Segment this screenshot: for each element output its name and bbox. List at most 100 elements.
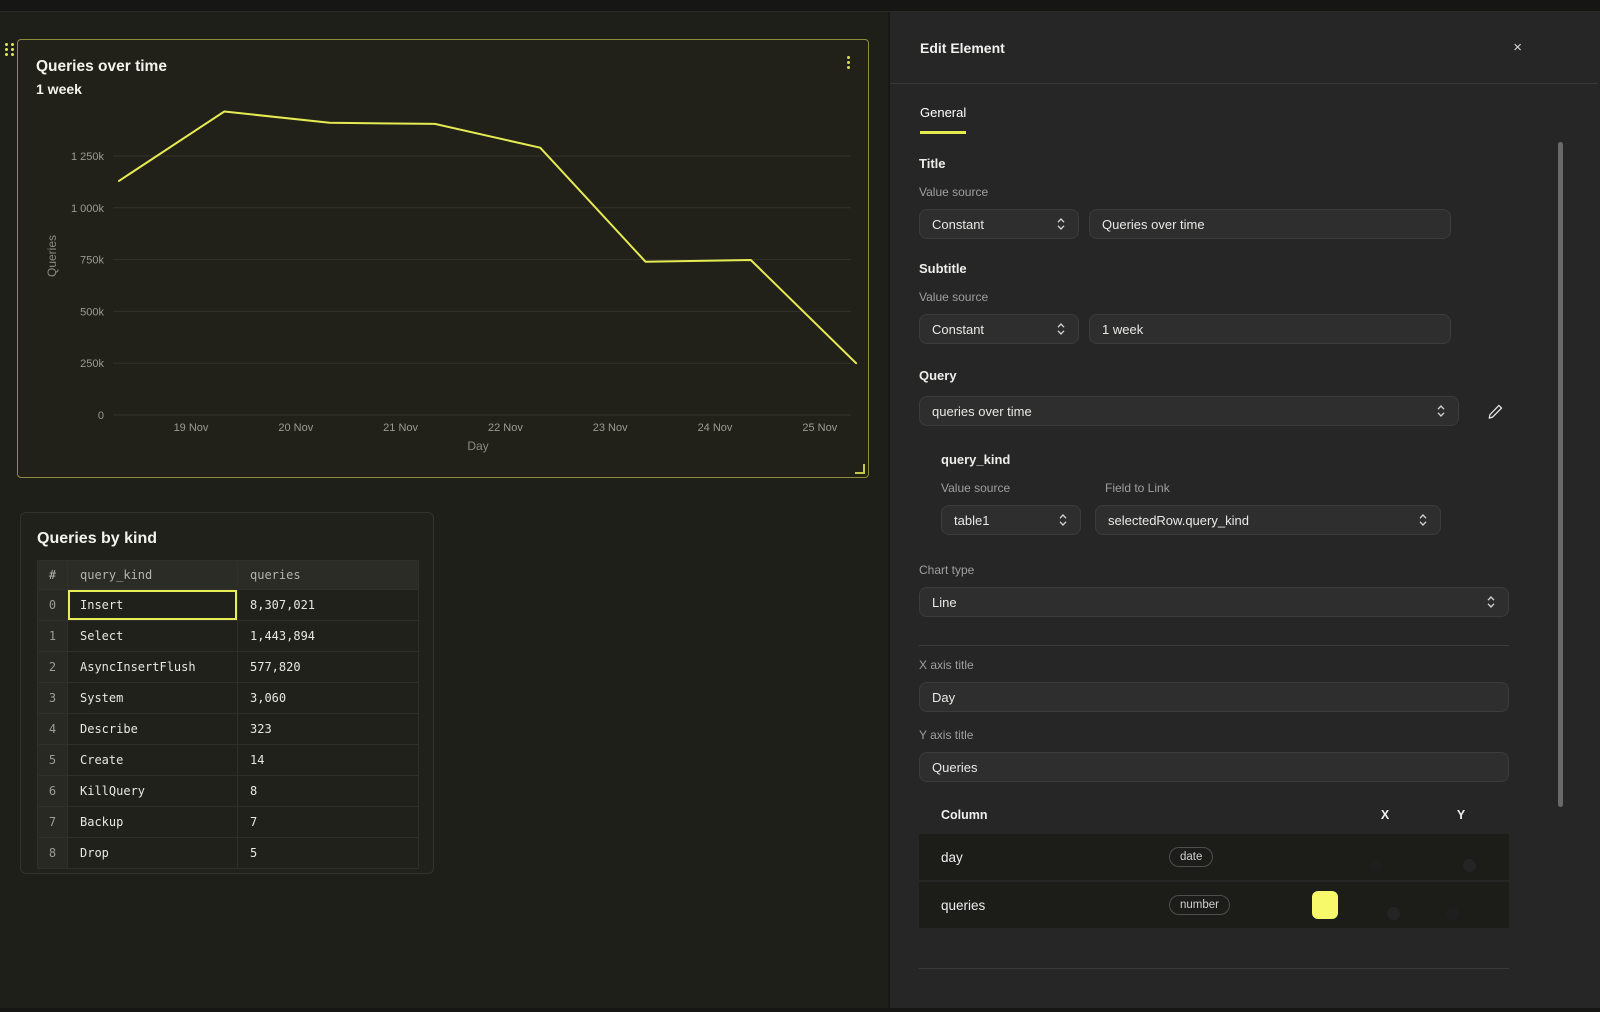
- table-cell[interactable]: 3,060: [238, 683, 419, 714]
- table-cell[interactable]: Select: [68, 621, 238, 652]
- tab-general[interactable]: General: [920, 105, 966, 134]
- y-tick-label: 750k: [80, 255, 104, 267]
- table-cell[interactable]: Describe: [68, 714, 238, 745]
- series-line: [119, 112, 856, 364]
- param-field-select[interactable]: selectedRow.query_kind: [1095, 505, 1441, 535]
- table-row[interactable]: 0Insert8,307,021: [38, 590, 419, 621]
- table-cell[interactable]: 8: [238, 776, 419, 807]
- chart-type-select[interactable]: Line: [919, 587, 1509, 617]
- edit-element-panel: Edit Element × General Title Value sourc…: [890, 12, 1598, 1008]
- table-cell[interactable]: Insert: [68, 590, 238, 621]
- row-index-cell[interactable]: 2: [38, 652, 68, 683]
- type-badge: number: [1169, 895, 1230, 915]
- chevron-updown-icon: [1436, 404, 1446, 418]
- panel-header: Edit Element ×: [890, 12, 1598, 84]
- y-tick-label: 1 000k: [71, 203, 105, 215]
- row-index-cell[interactable]: 8: [38, 838, 68, 869]
- columns-table-header: Column X Y: [919, 806, 1509, 832]
- panel-title: Edit Element: [920, 40, 1005, 56]
- x-axis-title-input[interactable]: Day: [919, 682, 1509, 712]
- chart-subtitle: 1 week: [36, 81, 82, 97]
- table-cell[interactable]: 5: [238, 838, 419, 869]
- row-index-cell[interactable]: 1: [38, 621, 68, 652]
- col-header-queries: queries: [238, 561, 419, 590]
- column-header-label: Column: [941, 808, 1191, 822]
- table-cell[interactable]: 577,820: [238, 652, 419, 683]
- close-icon[interactable]: ×: [1509, 36, 1526, 59]
- y-axis-title-input[interactable]: Queries: [919, 752, 1509, 782]
- x-tick-label: 20 Nov: [278, 422, 313, 434]
- table-row[interactable]: 5Create14: [38, 745, 419, 776]
- y-tick-label: 0: [98, 410, 104, 422]
- table-cell[interactable]: AsyncInsertFlush: [68, 652, 238, 683]
- table-row[interactable]: 2AsyncInsertFlush577,820: [38, 652, 419, 683]
- table-cell[interactable]: Drop: [68, 838, 238, 869]
- resize-handle-icon[interactable]: [855, 464, 865, 474]
- table-row[interactable]: 3System3,060: [38, 683, 419, 714]
- param-value-source-label: Value source: [941, 481, 1105, 495]
- column-row-day: day date: [919, 834, 1509, 880]
- scrollbar[interactable]: [1558, 142, 1563, 807]
- x-tick-label: 21 Nov: [383, 422, 418, 434]
- column-row-queries: queries number: [919, 882, 1509, 928]
- table-cell[interactable]: Backup: [68, 807, 238, 838]
- table-cell[interactable]: 7: [238, 807, 419, 838]
- divider: [919, 645, 1509, 646]
- row-index-cell[interactable]: 4: [38, 714, 68, 745]
- row-index-cell[interactable]: 5: [38, 745, 68, 776]
- param-source-select[interactable]: table1: [941, 505, 1081, 535]
- table-card: Queries by kind # query_kind queries 0In…: [20, 512, 434, 874]
- y-tick-label: 1 250k: [71, 151, 105, 163]
- table-card-title: Queries by kind: [21, 513, 433, 560]
- subtitle-value-input[interactable]: 1 week: [1089, 314, 1451, 344]
- table-cell[interactable]: 14: [238, 745, 419, 776]
- y-header-label: Y: [1423, 808, 1499, 822]
- chevron-updown-icon: [1486, 595, 1496, 609]
- param-field-label: Field to Link: [1105, 481, 1170, 495]
- series-color-swatch[interactable]: [1312, 891, 1338, 919]
- table-cell[interactable]: 8,307,021: [238, 590, 419, 621]
- chart-card[interactable]: 0250k500k750k1 000k1 250k19 Nov20 Nov21 …: [17, 39, 869, 478]
- table-cell[interactable]: Create: [68, 745, 238, 776]
- table-cell[interactable]: 1,443,894: [238, 621, 419, 652]
- row-index-cell[interactable]: 0: [38, 590, 68, 621]
- table-row[interactable]: 1Select1,443,894: [38, 621, 419, 652]
- y-tick-label: 500k: [80, 306, 104, 318]
- dashboard-canvas: 0250k500k750k1 000k1 250k19 Nov20 Nov21 …: [0, 12, 890, 1008]
- chevron-updown-icon: [1418, 513, 1428, 527]
- table-cell[interactable]: 323: [238, 714, 419, 745]
- subtitle-value-source-label: Value source: [919, 290, 1509, 304]
- table-row[interactable]: 8Drop5: [38, 838, 419, 869]
- col-header-index: #: [38, 561, 68, 590]
- subtitle-source-select[interactable]: Constant: [919, 314, 1079, 344]
- chevron-updown-icon: [1056, 322, 1066, 336]
- drag-handle-icon[interactable]: [5, 43, 14, 56]
- table-row[interactable]: 7Backup7: [38, 807, 419, 838]
- kebab-menu-icon[interactable]: [844, 53, 853, 72]
- x-axis-title-label: X axis title: [919, 658, 1509, 672]
- row-index-cell[interactable]: 6: [38, 776, 68, 807]
- row-index-cell[interactable]: 7: [38, 807, 68, 838]
- x-tick-label: 19 Nov: [174, 422, 209, 434]
- edit-query-button[interactable]: [1487, 403, 1504, 420]
- x-tick-label: 24 Nov: [698, 422, 733, 434]
- table-row[interactable]: 6KillQuery8: [38, 776, 419, 807]
- title-value-input[interactable]: Queries over time: [1089, 209, 1451, 239]
- table-cell[interactable]: KillQuery: [68, 776, 238, 807]
- title-source-select[interactable]: Constant: [919, 209, 1079, 239]
- param-name-label: query_kind: [941, 452, 1509, 467]
- table-cell[interactable]: System: [68, 683, 238, 714]
- column-name: queries: [941, 898, 1169, 913]
- x-tick-label: 22 Nov: [488, 422, 523, 434]
- chevron-updown-icon: [1058, 513, 1068, 527]
- panel-body: Title Value source Constant Queries over…: [890, 134, 1570, 969]
- column-name: day: [941, 850, 1169, 865]
- row-index-cell[interactable]: 3: [38, 683, 68, 714]
- queries-by-kind-table: # query_kind queries 0Insert8,307,0211Se…: [37, 560, 419, 869]
- table-row[interactable]: 4Describe323: [38, 714, 419, 745]
- col-header-query-kind: query_kind: [68, 561, 238, 590]
- panel-tabs: General: [890, 84, 1598, 134]
- type-badge: date: [1169, 847, 1213, 867]
- query-select[interactable]: queries over time: [919, 396, 1459, 426]
- bottom-bar: [0, 1008, 1600, 1012]
